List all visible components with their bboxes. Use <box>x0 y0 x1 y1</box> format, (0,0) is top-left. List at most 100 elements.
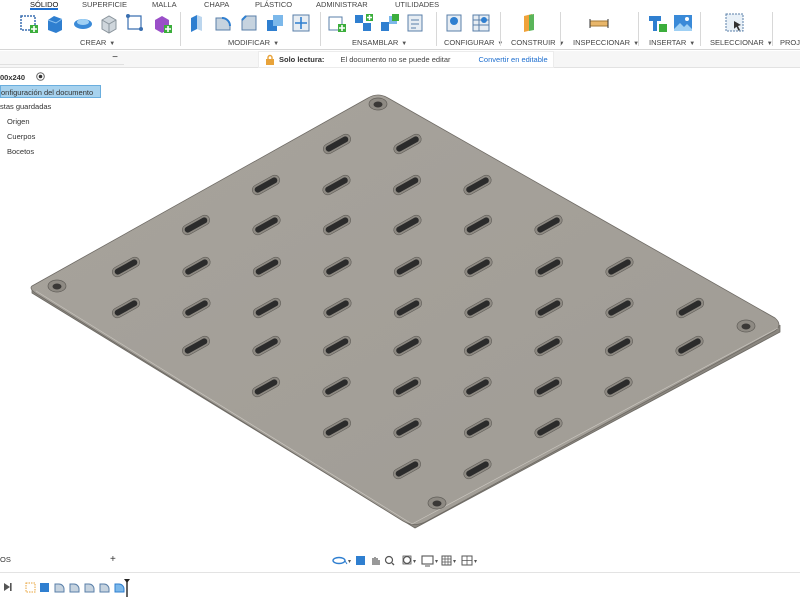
group-modificar[interactable]: MODIFICAR ▼ <box>228 38 279 47</box>
measure-icon[interactable] <box>588 12 610 34</box>
svg-text:▾: ▾ <box>413 559 416 565</box>
form-icon[interactable] <box>152 12 174 34</box>
motion-link-icon[interactable] <box>404 12 426 34</box>
timeline-fillet-icon[interactable] <box>84 583 95 593</box>
separator <box>500 12 501 46</box>
viewports-icon[interactable] <box>461 555 473 566</box>
pan-icon[interactable] <box>372 557 380 565</box>
joint-icon[interactable] <box>352 12 374 34</box>
group-proyectar[interactable]: PROJE <box>780 38 800 47</box>
group-ensamblar-label: ENSAMBLAR <box>352 38 399 47</box>
display-settings-icon[interactable] <box>421 555 434 567</box>
as-built-joint-icon[interactable] <box>378 12 400 34</box>
comments-panel[interactable]: OS + <box>0 552 124 568</box>
separator <box>638 12 639 46</box>
add-comment-button[interactable]: + <box>110 552 116 568</box>
select-icon[interactable] <box>724 12 746 34</box>
group-proyectar-label: PROJE <box>780 38 800 47</box>
mounting-hole <box>368 97 388 111</box>
chevron-down-icon: ▼ <box>689 41 696 47</box>
timeline-fillet-icon[interactable] <box>99 583 110 593</box>
box-icon[interactable] <box>98 12 120 34</box>
group-crear-label: CREAR <box>80 38 107 47</box>
group-configurar[interactable]: CONFIGURAR▼ <box>444 38 503 47</box>
group-seleccionar-label: SELECCIONAR <box>710 38 764 47</box>
zoom-icon[interactable] <box>384 555 395 566</box>
separator <box>436 12 437 46</box>
group-modificar-label: MODIFICAR <box>228 38 271 47</box>
insert-image-icon[interactable] <box>672 12 694 34</box>
mounting-hole <box>427 496 447 510</box>
tab-malla[interactable]: MALLA <box>152 0 177 10</box>
timeline <box>0 572 800 600</box>
svg-text:▾: ▾ <box>474 559 477 565</box>
group-inspeccionar[interactable]: INSPECCIONAR ▼ <box>573 38 639 47</box>
revolve-icon[interactable] <box>72 12 94 34</box>
configure-table-icon[interactable] <box>470 12 492 34</box>
separator <box>180 12 181 46</box>
chevron-down-icon: ▼ <box>109 41 116 47</box>
look-at-icon[interactable] <box>356 556 365 565</box>
grid-icon[interactable] <box>441 555 452 566</box>
group-configurar-label: CONFIGURAR <box>444 38 495 47</box>
move-icon[interactable] <box>290 12 312 34</box>
tab-plastico[interactable]: PLÁSTICO <box>255 0 292 10</box>
mounting-hole <box>736 319 756 333</box>
orbit-icon[interactable] <box>332 556 348 565</box>
plate-model[interactable] <box>0 68 800 548</box>
svg-text:▾: ▾ <box>435 559 438 565</box>
insert-derive-icon[interactable] <box>646 12 668 34</box>
play-icon[interactable] <box>4 583 12 591</box>
tab-administrar[interactable]: ADMINISTRAR <box>316 0 368 10</box>
convert-editable-link[interactable]: Convertir en editable <box>479 55 548 64</box>
tab-solido[interactable]: SÓLIDO <box>30 0 59 10</box>
read-only-message: Solo lectura: El documento no se puede e… <box>258 51 554 68</box>
timeline-extrude-icon[interactable] <box>40 583 49 592</box>
timeline-controls <box>4 579 130 597</box>
read-only-label: Solo lectura: <box>279 55 325 64</box>
chevron-down-icon: ▼ <box>273 41 280 47</box>
fit-icon[interactable] <box>402 555 412 565</box>
group-construir[interactable]: CONSTRUIR ▼ <box>511 38 565 47</box>
group-crear[interactable]: CREAR ▼ <box>80 38 115 47</box>
tab-utilidades[interactable]: UTILIDADES <box>395 0 439 10</box>
tab-chapa[interactable]: CHAPA <box>204 0 229 10</box>
group-seleccionar[interactable]: SELECCIONAR ▼ <box>710 38 773 47</box>
timeline-pattern-icon[interactable] <box>114 583 125 593</box>
extrude-icon[interactable] <box>44 12 66 34</box>
fillet-icon[interactable] <box>212 12 234 34</box>
viewport-canvas[interactable] <box>0 68 800 548</box>
combine-icon[interactable] <box>264 12 286 34</box>
separator <box>772 12 773 46</box>
browser-header: − <box>0 51 124 65</box>
svg-text:▾: ▾ <box>453 559 456 565</box>
mounting-hole <box>47 279 67 293</box>
press-pull-icon[interactable] <box>186 12 208 34</box>
parameters-icon[interactable] <box>444 12 466 34</box>
group-insertar[interactable]: INSERTAR ▼ <box>649 38 695 47</box>
chamfer-icon[interactable] <box>238 12 260 34</box>
pattern-icon[interactable] <box>124 12 146 34</box>
svg-text:▾: ▾ <box>348 559 351 565</box>
collapse-button[interactable]: − <box>112 51 118 64</box>
separator <box>700 12 701 46</box>
group-inspeccionar-label: INSPECCIONAR <box>573 38 631 47</box>
group-construir-label: CONSTRUIR <box>511 38 556 47</box>
plane-icon[interactable] <box>518 12 540 34</box>
chevron-down-icon: ▼ <box>401 41 408 47</box>
toolbar: SÓLIDO SUPERFICIE MALLA CHAPA PLÁSTICO A… <box>0 0 800 50</box>
tab-superficie[interactable]: SUPERFICIE <box>82 0 127 10</box>
timeline-fillet-icon[interactable] <box>69 583 80 593</box>
separator <box>560 12 561 46</box>
create-sketch-icon[interactable] <box>18 12 40 34</box>
timeline-sketch-icon[interactable] <box>25 582 36 593</box>
app-window: SÓLIDO SUPERFICIE MALLA CHAPA PLÁSTICO A… <box>0 0 800 600</box>
timeline-marker[interactable] <box>124 579 130 597</box>
group-ensamblar[interactable]: ENSAMBLAR ▼ <box>352 38 407 47</box>
read-only-text: El documento no se puede editar <box>340 55 451 64</box>
nav-tools: ▾ ▾ ▾ ▾ ▾ <box>332 555 477 567</box>
new-component-icon[interactable] <box>326 12 348 34</box>
comments-label: OS <box>0 555 11 564</box>
slot-pattern <box>111 133 705 480</box>
timeline-fillet-icon[interactable] <box>54 583 65 593</box>
